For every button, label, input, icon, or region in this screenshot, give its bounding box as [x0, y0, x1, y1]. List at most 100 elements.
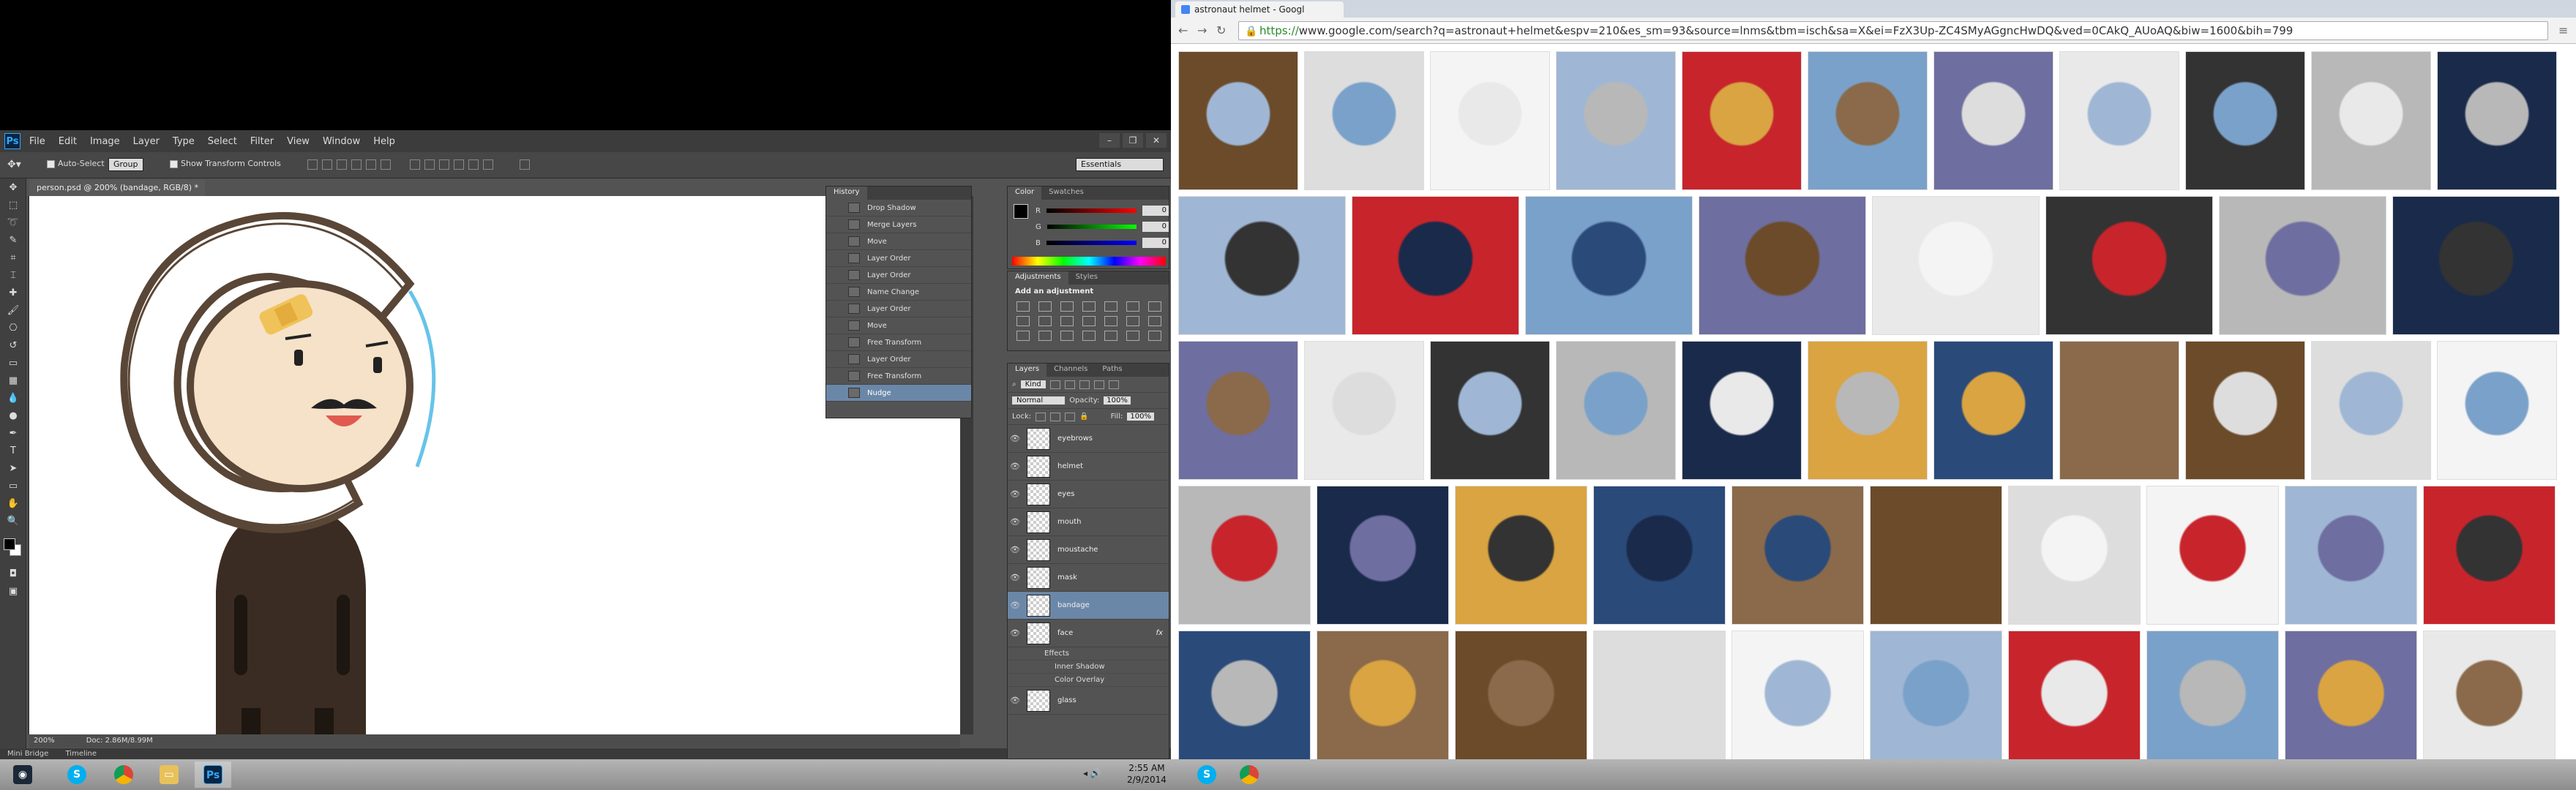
visibility-eye-icon[interactable]: 👁: [1008, 462, 1022, 471]
image-result[interactable]: [1178, 486, 1311, 625]
fill-input[interactable]: 100%: [1127, 413, 1154, 421]
layer-name[interactable]: glass: [1057, 696, 1077, 704]
image-result[interactable]: [2059, 341, 2179, 480]
canvas[interactable]: [29, 196, 960, 734]
taskbar-chrome-right[interactable]: [1231, 761, 1268, 788]
layer-row[interactable]: 👁 moustache: [1008, 536, 1169, 564]
foreground-color-swatch[interactable]: [4, 538, 15, 550]
distribute-icons[interactable]: [410, 159, 493, 170]
image-result[interactable]: [1872, 196, 2040, 335]
visibility-eye-icon[interactable]: 👁: [1008, 573, 1022, 582]
browser-tab[interactable]: astronaut helmet - Googl: [1175, 1, 1344, 18]
menu-icon[interactable]: ≡: [2558, 23, 2568, 37]
image-result[interactable]: [1556, 341, 1676, 480]
foreground-background-colors[interactable]: [2, 537, 24, 559]
auto-select-checkbox[interactable]: Auto-Select: [47, 159, 105, 168]
layer-name[interactable]: helmet: [1057, 462, 1083, 470]
image-result[interactable]: [2146, 631, 2279, 759]
history-item[interactable]: Drop Shadow: [826, 200, 971, 217]
layer-row[interactable]: 👁 bandage: [1008, 592, 1169, 620]
channels-tab[interactable]: Channels: [1046, 364, 1095, 377]
blur-tool-icon[interactable]: 💧: [4, 391, 22, 407]
layer-name[interactable]: mouth: [1057, 518, 1081, 526]
history-brush-tool-icon[interactable]: ↺: [4, 338, 22, 354]
adjustment-icons[interactable]: [1008, 298, 1169, 344]
visibility-eye-icon[interactable]: 👁: [1008, 601, 1022, 610]
red-slider[interactable]: R0: [1008, 203, 1169, 219]
blue-slider[interactable]: B0: [1008, 235, 1169, 251]
restore-button[interactable]: ❐: [1123, 133, 1143, 148]
image-result[interactable]: [2008, 486, 2141, 625]
taskbar-skype[interactable]: S: [59, 761, 95, 788]
image-result[interactable]: [2146, 486, 2279, 625]
image-result[interactable]: [2423, 486, 2556, 625]
document-tab[interactable]: person.psd @ 200% (bandage, RGB/8) *: [29, 180, 205, 196]
image-result[interactable]: [1317, 486, 1449, 625]
visibility-eye-icon[interactable]: 👁: [1008, 628, 1022, 638]
history-item[interactable]: Free Transform: [826, 334, 971, 351]
red-value[interactable]: 0: [1142, 206, 1169, 216]
mini-bridge-tab[interactable]: Mini Bridge: [7, 750, 48, 758]
menu-file[interactable]: File: [29, 136, 45, 147]
menu-window[interactable]: Window: [323, 136, 360, 147]
image-result[interactable]: [1682, 341, 1802, 480]
image-result[interactable]: [1731, 631, 1864, 759]
timeline-tab[interactable]: Timeline: [66, 750, 97, 758]
kind-dropdown[interactable]: Kind: [1020, 380, 1046, 388]
visibility-eye-icon[interactable]: 👁: [1008, 696, 1022, 705]
image-result[interactable]: [1870, 631, 2002, 759]
eyedropper-tool-icon[interactable]: ⌶: [4, 268, 22, 284]
visibility-eye-icon[interactable]: 👁: [1008, 489, 1022, 499]
stamp-tool-icon[interactable]: ⎔: [4, 320, 22, 336]
blue-value[interactable]: 0: [1142, 238, 1169, 248]
image-result[interactable]: [1455, 486, 1587, 625]
visibility-eye-icon[interactable]: 👁: [1008, 545, 1022, 554]
styles-tab[interactable]: Styles: [1068, 271, 1105, 285]
image-result[interactable]: [1317, 631, 1449, 759]
show-transform-checkbox[interactable]: Show Transform Controls: [170, 159, 281, 168]
menu-filter[interactable]: Filter: [250, 136, 274, 147]
color-tab[interactable]: Color: [1008, 187, 1042, 200]
align-icons[interactable]: [307, 159, 391, 170]
taskbar-skype-right[interactable]: S: [1188, 761, 1225, 788]
image-result[interactable]: [1593, 631, 1726, 759]
layer-name[interactable]: moustache: [1057, 546, 1098, 554]
effects-row[interactable]: Effects: [1008, 647, 1169, 661]
tray-icons[interactable]: ◂ 🔊: [1083, 768, 1101, 778]
image-result[interactable]: [2185, 51, 2305, 190]
menu-view[interactable]: View: [287, 136, 310, 147]
image-result[interactable]: [2045, 196, 2213, 335]
fx-icon[interactable]: fx: [1156, 629, 1163, 637]
layer-name[interactable]: face: [1057, 629, 1073, 637]
image-result[interactable]: [1178, 341, 1298, 480]
history-item[interactable]: Layer Order: [826, 301, 971, 317]
address-bar[interactable]: 🔒 https://www.google.com/search?q=astron…: [1238, 21, 2548, 40]
layers-tab[interactable]: Layers: [1008, 364, 1047, 377]
image-result[interactable]: [2423, 631, 2556, 759]
image-result[interactable]: [1593, 486, 1726, 625]
image-result[interactable]: [2392, 196, 2560, 335]
history-item[interactable]: Move: [826, 317, 971, 334]
image-result[interactable]: [2008, 631, 2141, 759]
image-result[interactable]: [1682, 51, 1802, 190]
layer-name[interactable]: eyebrows: [1057, 434, 1093, 443]
healing-tool-icon[interactable]: ✚: [4, 285, 22, 301]
history-item[interactable]: Move: [826, 233, 971, 250]
gradient-tool-icon[interactable]: ▦: [4, 373, 22, 389]
history-item[interactable]: Name Change: [826, 284, 971, 301]
paths-tab[interactable]: Paths: [1095, 364, 1129, 377]
menu-edit[interactable]: Edit: [59, 136, 77, 147]
quick-select-tool-icon[interactable]: ✎: [4, 233, 22, 249]
screen-mode-icon[interactable]: ▣: [4, 584, 22, 600]
image-result[interactable]: [2185, 341, 2305, 480]
effect-item[interactable]: Color Overlay: [1008, 674, 1169, 687]
forward-icon[interactable]: →: [1197, 23, 1207, 37]
layer-row[interactable]: 👁 mouth: [1008, 508, 1169, 536]
image-result[interactable]: [1525, 196, 1693, 335]
layer-row[interactable]: 👁 mask: [1008, 564, 1169, 592]
eraser-tool-icon[interactable]: ▭: [4, 356, 22, 372]
image-result[interactable]: [1870, 486, 2002, 625]
image-result[interactable]: [1178, 51, 1298, 190]
minimize-button[interactable]: –: [1099, 133, 1120, 148]
reload-icon[interactable]: ↻: [1216, 23, 1226, 37]
